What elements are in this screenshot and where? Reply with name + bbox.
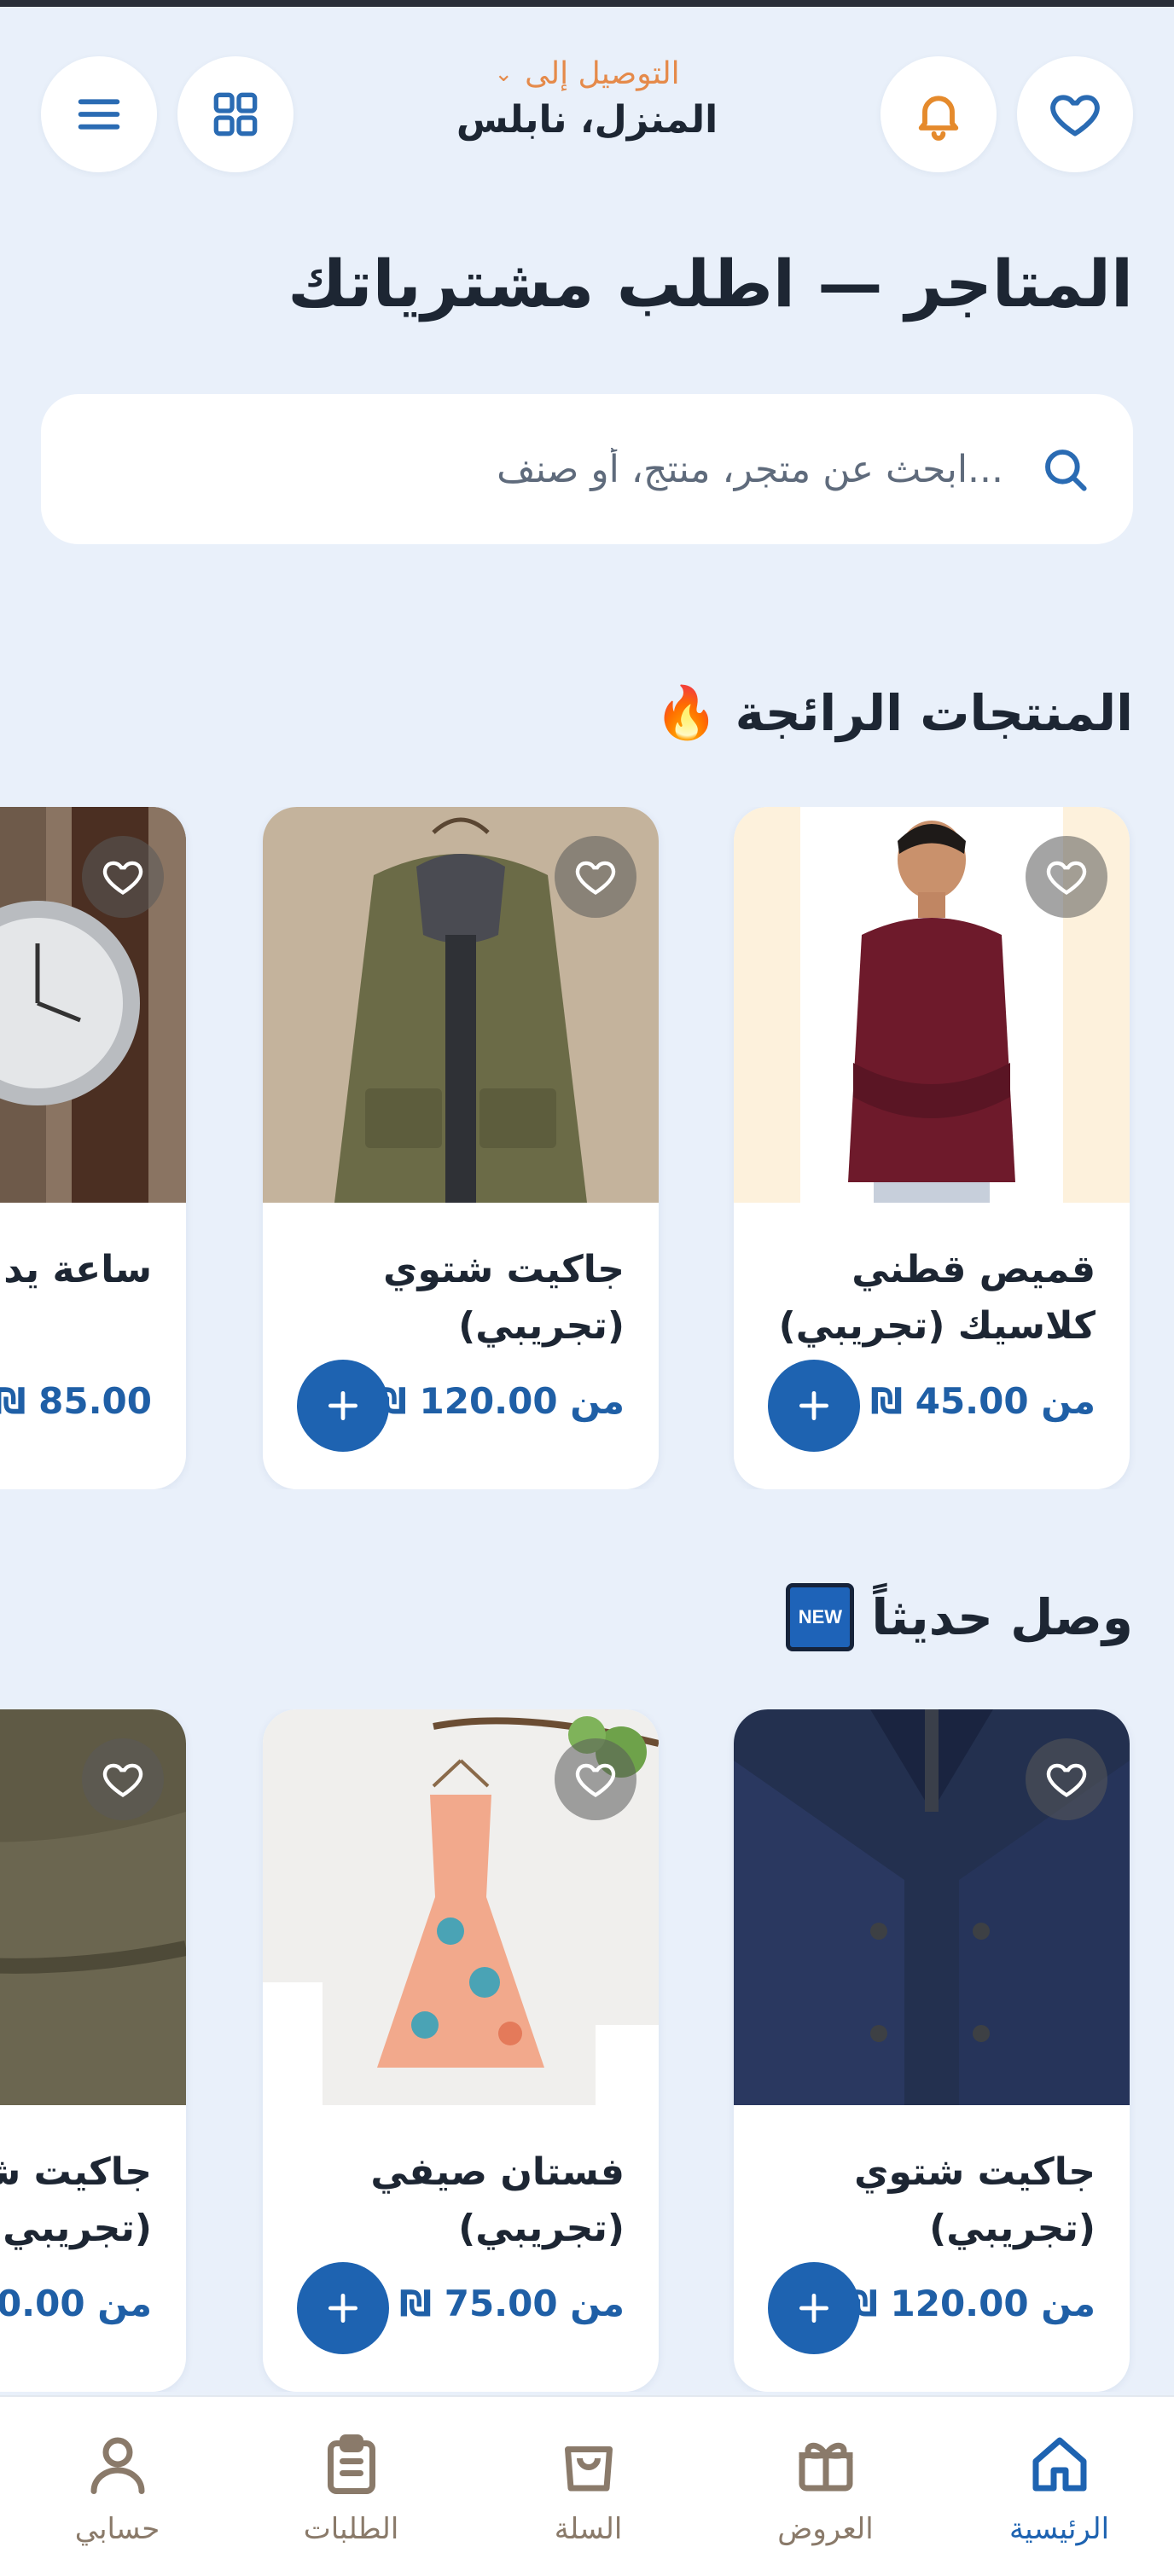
heart-icon	[575, 861, 616, 895]
product-card[interactable]: فستان صيفي (تجريبي) من 75.00 ₪	[263, 1709, 659, 2392]
product-image-olive-fabric	[0, 1709, 186, 2105]
product-price: من 120.00 ₪	[845, 2283, 1096, 2324]
grid-icon	[213, 92, 258, 136]
product-name: ساعة يد كلاسيكية	[0, 1248, 152, 1291]
plus-icon	[799, 2293, 829, 2324]
product-image-wrist-watch	[0, 807, 186, 1203]
product-price: 85.00 ₪	[0, 1380, 152, 1422]
product-name: قميص قطني كلاسيك (تجريبي)	[778, 1248, 1096, 1348]
favorite-toggle[interactable]	[1026, 836, 1107, 918]
heart-icon	[575, 1763, 616, 1797]
add-to-cart-button[interactable]	[768, 2262, 860, 2354]
nav-label: الرئيسية	[1008, 2512, 1110, 2546]
bag-icon	[564, 2446, 613, 2492]
fire-icon: 🔥	[654, 683, 718, 743]
section-title-trending: المنتجات الرائجة 🔥	[654, 682, 1133, 743]
new-badge-icon: NEW	[786, 1583, 855, 1651]
add-to-cart-button[interactable]	[768, 1360, 860, 1452]
favorite-toggle[interactable]	[555, 1738, 636, 1820]
nav-label: العروض	[777, 2512, 874, 2546]
product-card[interactable]: جاكيت شتوي (تجريبي) من 120.00 ₪	[263, 807, 659, 1489]
menu-icon	[78, 99, 120, 130]
product-image-floral-dress	[263, 1709, 659, 2105]
product-card[interactable]: قميص قطني كلاسيك (تجريبي) من 45.00 ₪	[734, 807, 1130, 1489]
product-name: فستان صيفي (تجريبي)	[370, 2150, 625, 2250]
status-strip	[0, 0, 1174, 7]
delivery-location-selector[interactable]: التوصيل إلى ⌄ المنزل، نابلس	[384, 56, 790, 142]
nav-label: حسابي	[74, 2512, 160, 2546]
product-price: من 45.00 ₪	[870, 1380, 1096, 1422]
favorite-toggle[interactable]	[82, 836, 164, 918]
page-title: المتاجر — اطلب مشترياتك	[288, 246, 1133, 322]
product-name: جاكيت شتوي (تجريبي)	[383, 1248, 625, 1348]
favorite-toggle[interactable]	[82, 1738, 164, 1820]
product-image-maroon-shirt	[734, 807, 1130, 1203]
product-name: جاكيت شتوي (تجريبي)	[854, 2150, 1096, 2250]
search-input[interactable]	[82, 447, 1003, 491]
plus-icon	[328, 1390, 358, 1421]
heart-icon	[1046, 861, 1087, 895]
trending-products-rail[interactable]: قميص قطني كلاسيك (تجريبي) من 45.00 ₪ جاك…	[0, 807, 1174, 1489]
product-card[interactable]: ساعة يد كلاسيكية 85.00 ₪	[0, 807, 186, 1489]
product-price: من 75.00 ₪	[399, 2283, 625, 2324]
user-icon	[90, 2437, 144, 2494]
product-name: جاكيت شتوي (تجريبي)	[0, 2150, 152, 2250]
section-title-text: المنتجات الرائجة	[735, 683, 1133, 742]
favorite-toggle[interactable]	[1026, 1738, 1107, 1820]
nav-item-cart[interactable]: السلة	[471, 2397, 706, 2576]
nav-label: الطلبات	[303, 2512, 399, 2546]
product-price: من 120.00 ₪	[374, 1380, 625, 1422]
plus-icon	[328, 2293, 358, 2324]
plus-icon	[799, 1390, 829, 1421]
product-image-navy-peacoat	[734, 1709, 1130, 2105]
grid-view-button[interactable]	[177, 56, 294, 172]
nav-item-home[interactable]: الرئيسية	[942, 2397, 1174, 2576]
product-card[interactable]: جاكيت شتوي (تجريبي) من 120.00 ₪	[0, 1709, 186, 2392]
bell-icon	[918, 96, 959, 141]
home-icon	[1032, 2437, 1086, 2492]
favorites-button[interactable]	[1017, 56, 1133, 172]
bottom-navigation: الرئيسية العروض السلة الطلبات حسابي	[0, 2395, 1174, 2576]
heart-icon	[102, 1763, 143, 1797]
product-price: من 120.00 ₪	[0, 2283, 152, 2324]
add-to-cart-button[interactable]	[297, 1360, 389, 1452]
heart-icon	[1046, 1763, 1087, 1797]
nav-item-account[interactable]: حسابي	[0, 2397, 235, 2576]
chevron-down-icon: ⌄	[494, 61, 514, 87]
nav-label: السلة	[554, 2512, 623, 2546]
nav-item-orders[interactable]: الطلبات	[234, 2397, 468, 2576]
clipboard-icon	[327, 2434, 375, 2494]
product-card[interactable]: جاكيت شتوي (تجريبي) من 120.00 ₪	[734, 1709, 1130, 2392]
section-title-text: وصل حديثاً	[871, 1588, 1133, 1646]
notifications-button[interactable]	[880, 56, 997, 172]
heart-icon	[102, 861, 143, 895]
gift-icon	[799, 2442, 852, 2492]
nav-item-offers[interactable]: العروض	[708, 2397, 943, 2576]
search-icon	[1045, 450, 1087, 491]
search-bar[interactable]	[41, 394, 1133, 544]
heart-icon	[1050, 95, 1100, 136]
new-arrivals-rail[interactable]: جاكيت شتوي (تجريبي) من 120.00 ₪ فستان صي…	[0, 1709, 1174, 2392]
favorite-toggle[interactable]	[555, 836, 636, 918]
add-to-cart-button[interactable]	[297, 2262, 389, 2354]
delivery-label: التوصيل إلى	[525, 56, 680, 91]
menu-button[interactable]	[41, 56, 157, 172]
section-title-new-arrivals: وصل حديثاً NEW	[786, 1583, 1133, 1651]
product-image-olive-parka	[263, 807, 659, 1203]
delivery-address: المنزل، نابلس	[456, 98, 718, 142]
